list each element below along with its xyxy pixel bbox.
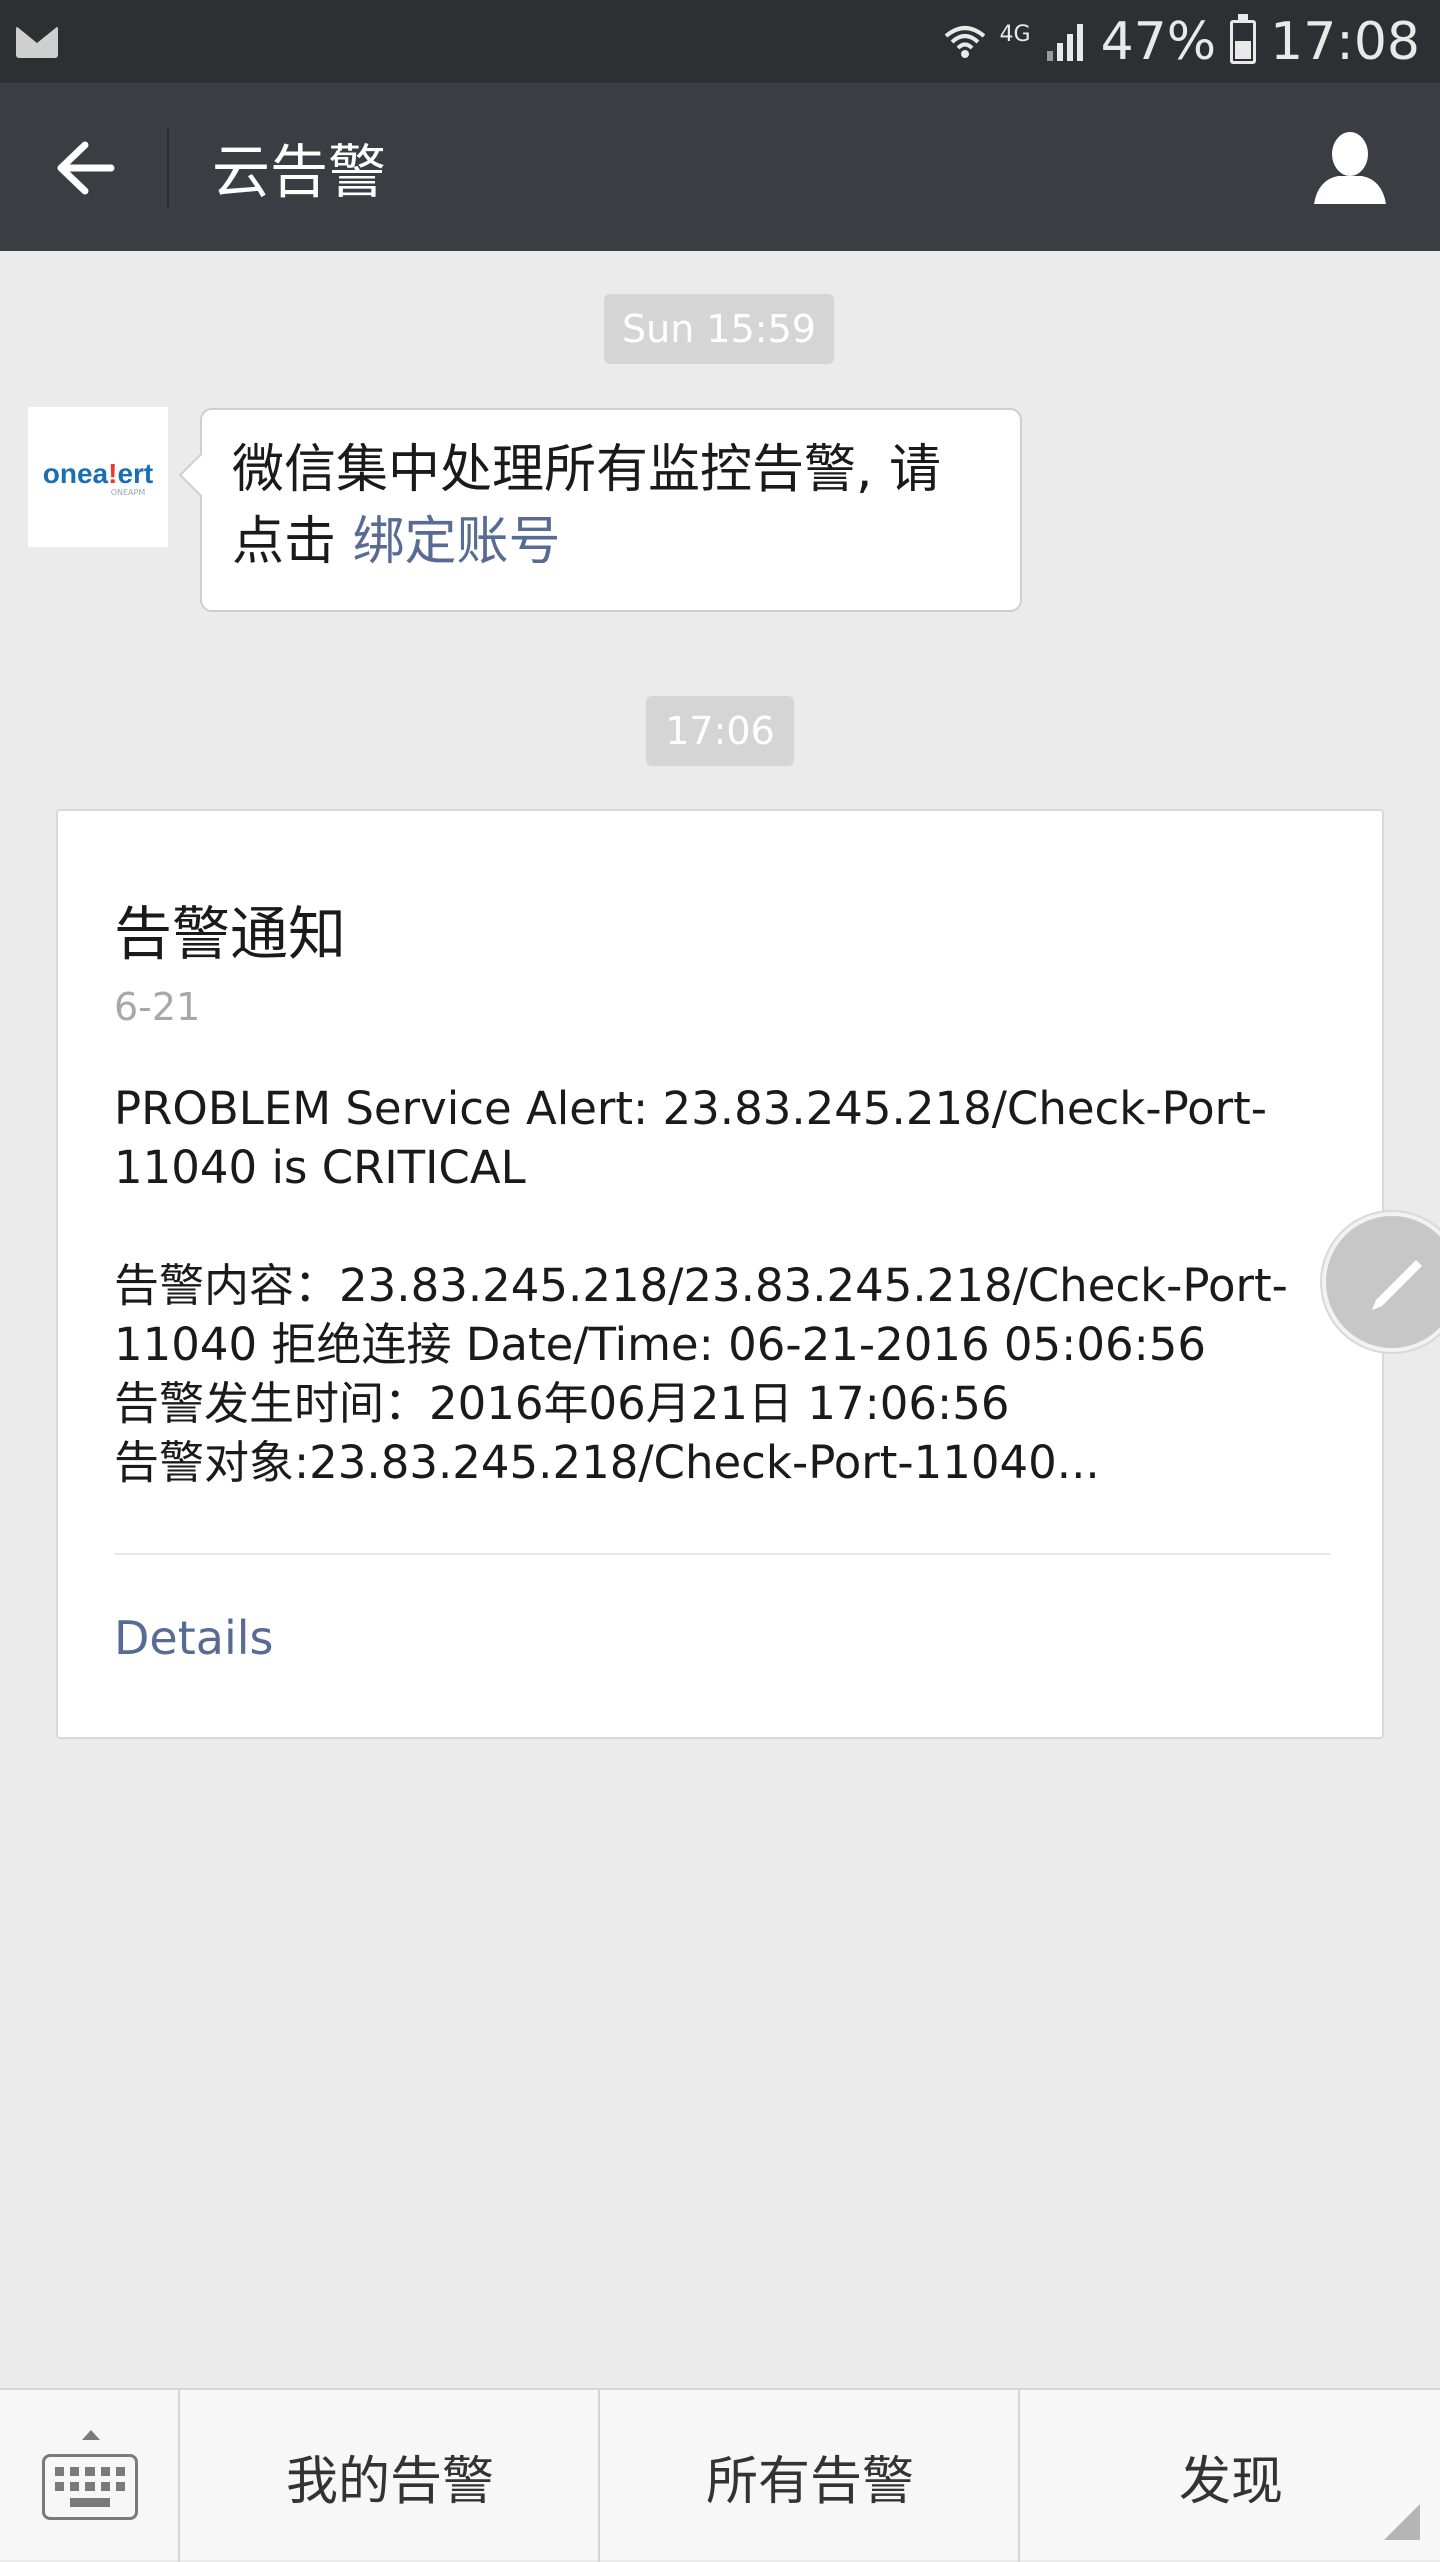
page-title: 云告警 (212, 138, 387, 206)
wifi-icon (944, 22, 986, 62)
bubble-tail (178, 453, 222, 497)
arrow-left-icon (57, 141, 115, 195)
mail-icon (16, 26, 58, 58)
clock: 17:08 (1270, 11, 1420, 72)
card-divider (114, 1553, 1330, 1555)
status-bar: 4G 47% 17:08 (0, 0, 1440, 83)
avatar[interactable]: onea!ert ONEAPM (28, 407, 168, 547)
keyboard-toggle-button[interactable] (0, 2390, 180, 2562)
battery-icon (1230, 13, 1257, 64)
back-button[interactable] (40, 123, 130, 213)
message-text: 微信集中处理所有监控告警, 请点击 (232, 440, 942, 572)
card-line: PROBLEM Service Alert: 23.83.245.218/Che… (114, 1082, 1268, 1194)
signal-icon (1045, 21, 1087, 63)
title-bar: 云告警 (0, 83, 1440, 251)
onealert-logo: onea!ert (42, 457, 154, 489)
card-line: 告警内容：23.83.245.218/23.83.245.218/Check-P… (114, 1259, 1288, 1371)
pencil-icon (1372, 1260, 1422, 1310)
bind-account-link[interactable]: 绑定账号 (353, 512, 561, 572)
timestamp-pill: Sun 15:59 (604, 294, 834, 364)
menu-my-alerts[interactable]: 我的告警 (182, 2390, 600, 2562)
card-line: 告警对象:23.83.245.218/Check-Port-11040... (114, 1436, 1100, 1489)
alert-card[interactable]: 告警通知 6-21 PROBLEM Service Alert: 23.83.2… (56, 809, 1384, 1739)
avatar-sub-label: ONEAPM (110, 487, 146, 497)
keyboard-icon (42, 2454, 138, 2520)
timestamp-pill: 17:06 (646, 696, 794, 766)
menu-all-alerts[interactable]: 所有告警 (602, 2390, 1020, 2562)
message-bubble: 微信集中处理所有监控告警, 请点击 绑定账号 (178, 408, 1022, 612)
menu-discover[interactable]: 发现 (1022, 2390, 1440, 2562)
bottom-menu: 我的告警 所有告警 发现 (0, 2388, 1440, 2562)
card-line: 告警发生时间：2016年06月21日 17:06:56 (114, 1377, 1010, 1430)
card-date: 6-21 (114, 985, 201, 1029)
card-body: PROBLEM Service Alert: 23.83.245.218/Che… (114, 1079, 1344, 1492)
person-icon (1314, 132, 1386, 204)
battery-percent: 47% (1100, 11, 1217, 72)
title-divider (167, 128, 169, 208)
resize-corner (1384, 2504, 1420, 2540)
card-title: 告警通知 (114, 900, 347, 968)
profile-button[interactable] (1310, 128, 1390, 208)
network-type: 4G (999, 22, 1031, 47)
details-link[interactable]: Details (114, 1611, 273, 1665)
caret-up-icon (82, 2430, 100, 2440)
